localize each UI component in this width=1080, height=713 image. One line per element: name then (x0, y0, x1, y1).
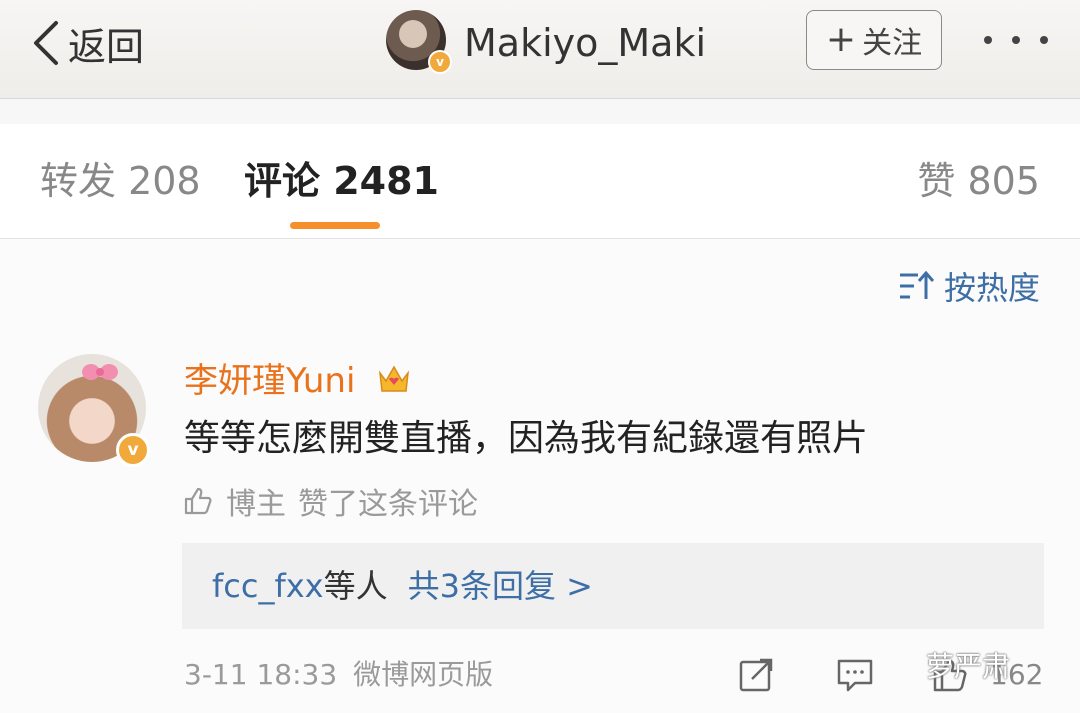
author-liked-row: 博主 赞了这条评论 (182, 479, 478, 523)
comment-icon[interactable] (836, 657, 874, 693)
back-label: 返回 (68, 24, 145, 69)
plus-icon: + (825, 19, 857, 60)
comment-list: 按热度 v 李妍瑾Yuni 等等怎麼開雙直播，因為我有紀錄還有照片 博主 赞了这… (0, 239, 1080, 713)
comment-time: 3-11 18:33 (184, 658, 338, 691)
follow-label: 关注 (862, 26, 923, 61)
verified-badge: v (116, 433, 150, 467)
verified-badge: v (428, 50, 452, 74)
reply-count-link[interactable]: 共3条回复 > (408, 567, 593, 605)
comment-meta: 3-11 18:33 微博网页版 (184, 655, 493, 695)
chevron-left-icon (34, 21, 58, 65)
navbar: 返回 v Makiyo_Maki + 关注 (0, 0, 1080, 99)
reply-others-label: 等人 (323, 567, 388, 605)
replies-summary[interactable]: fcc_fxx等人 共3条回复 > (212, 561, 593, 611)
bow-decoration (82, 364, 118, 380)
commenter-name[interactable]: 李妍瑾Yuni (184, 359, 355, 403)
sort-by-hot-button[interactable]: 按热度 (898, 263, 1040, 309)
tab-likes[interactable]: 赞 805 (917, 156, 1040, 206)
thumb-up-icon (184, 487, 212, 515)
replies-box[interactable]: fcc_fxx等人 共3条回复 > (182, 543, 1044, 629)
crown-vip-icon (378, 365, 410, 392)
tab-comments[interactable]: 评论 2481 (244, 156, 439, 206)
comment-source: 微博网页版 (353, 658, 494, 691)
liked-by-label: 博主 (226, 487, 286, 522)
back-button[interactable]: 返回 (28, 18, 145, 69)
reply-user[interactable]: fcc_fxx (212, 567, 324, 605)
share-icon[interactable] (738, 657, 776, 693)
comment-text: 等等怎麼開雙直播，因為我有紀錄還有照片 (184, 418, 869, 459)
tab-bar: 转发 208 评论 2481 赞 805 (0, 124, 1080, 239)
profile-name[interactable]: Makiyo_Maki (464, 18, 706, 68)
active-tab-indicator (290, 222, 380, 229)
liked-text: 赞了这条评论 (298, 487, 478, 522)
sort-label: 按热度 (943, 269, 1040, 307)
tab-repost[interactable]: 转发 208 (40, 156, 201, 206)
more-dots-icon[interactable] (984, 28, 1048, 52)
sort-icon (899, 270, 934, 299)
watermark-text: 萝严肃 (926, 650, 1011, 683)
follow-button[interactable]: + 关注 (806, 10, 942, 70)
